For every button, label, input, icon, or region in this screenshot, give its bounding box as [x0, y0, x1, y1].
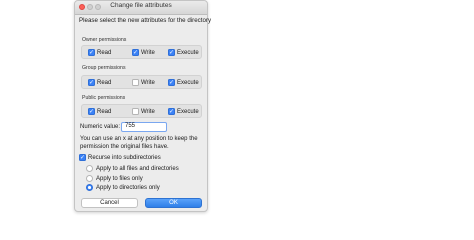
group-write-label: Write: [141, 79, 155, 86]
recurse-label: Recurse into subdirectories: [88, 154, 161, 161]
ok-button[interactable]: OK: [145, 198, 202, 208]
checkbox-icon[interactable]: ✓: [88, 49, 95, 56]
public-write-checkbox[interactable]: ✓ Write: [132, 108, 155, 115]
public-execute-label: Execute: [177, 108, 199, 115]
owner-permissions-label: Owner permissions: [82, 37, 127, 43]
checkbox-icon[interactable]: ✓: [88, 79, 95, 86]
radio-icon[interactable]: [86, 184, 93, 191]
owner-read-label: Read: [97, 49, 112, 56]
apply-dirs-radio[interactable]: Apply to directories only: [86, 184, 160, 191]
group-read-checkbox[interactable]: ✓ Read: [88, 79, 111, 86]
numeric-value-label: Numeric value:: [80, 124, 121, 130]
public-execute-checkbox[interactable]: ✓ Execute: [168, 108, 199, 115]
owner-write-label: Write: [141, 49, 155, 56]
checkbox-icon[interactable]: ✓: [168, 49, 175, 56]
checkbox-icon[interactable]: ✓: [132, 49, 139, 56]
group-execute-label: Execute: [177, 79, 199, 86]
group-execute-checkbox[interactable]: ✓ Execute: [168, 79, 199, 86]
checkbox-icon[interactable]: ✓: [132, 79, 139, 86]
title-bar[interactable]: Change file attributes: [75, 1, 207, 15]
public-read-label: Read: [97, 108, 112, 115]
group-read-label: Read: [97, 79, 112, 86]
checkbox-icon[interactable]: ✓: [79, 154, 86, 161]
help-text-line1: You can use an x at any position to keep…: [80, 136, 198, 142]
apply-all-label: Apply to all files and directories: [96, 165, 179, 172]
dialog-title: Change file attributes: [110, 2, 172, 9]
owner-write-checkbox[interactable]: ✓ Write: [132, 49, 155, 56]
checkbox-icon[interactable]: ✓: [168, 79, 175, 86]
public-write-label: Write: [141, 108, 155, 115]
group-write-checkbox[interactable]: ✓ Write: [132, 79, 155, 86]
checkbox-icon[interactable]: ✓: [168, 108, 175, 115]
cancel-button[interactable]: Cancel: [81, 198, 138, 208]
checkbox-icon[interactable]: ✓: [132, 108, 139, 115]
dialog-heading: Please select the new attributes for the…: [79, 17, 212, 24]
radio-icon[interactable]: [86, 175, 93, 182]
apply-all-radio[interactable]: Apply to all files and directories: [86, 165, 179, 172]
recurse-checkbox[interactable]: ✓ Recurse into subdirectories: [79, 154, 161, 161]
public-permissions-group: ✓ Read ✓ Write ✓ Execute: [81, 104, 202, 118]
owner-read-checkbox[interactable]: ✓ Read: [88, 49, 111, 56]
owner-permissions-group: ✓ Read ✓ Write ✓ Execute: [81, 45, 202, 59]
group-permissions-label: Group permissions: [82, 65, 126, 71]
owner-execute-checkbox[interactable]: ✓ Execute: [168, 49, 199, 56]
owner-execute-label: Execute: [177, 49, 199, 56]
change-attributes-dialog: Change file attributes Please select the…: [74, 0, 212, 212]
checkbox-icon[interactable]: ✓: [88, 108, 95, 115]
numeric-value-input[interactable]: 755: [121, 122, 167, 132]
apply-dirs-label: Apply to directories only: [96, 184, 160, 191]
public-permissions-label: Public permissions: [82, 95, 126, 101]
help-text-line2: permission the original files have.: [80, 144, 169, 150]
apply-files-radio[interactable]: Apply to files only: [86, 175, 143, 182]
radio-icon[interactable]: [86, 165, 93, 172]
public-read-checkbox[interactable]: ✓ Read: [88, 108, 111, 115]
apply-files-label: Apply to files only: [96, 175, 143, 182]
group-permissions-group: ✓ Read ✓ Write ✓ Execute: [81, 75, 202, 89]
